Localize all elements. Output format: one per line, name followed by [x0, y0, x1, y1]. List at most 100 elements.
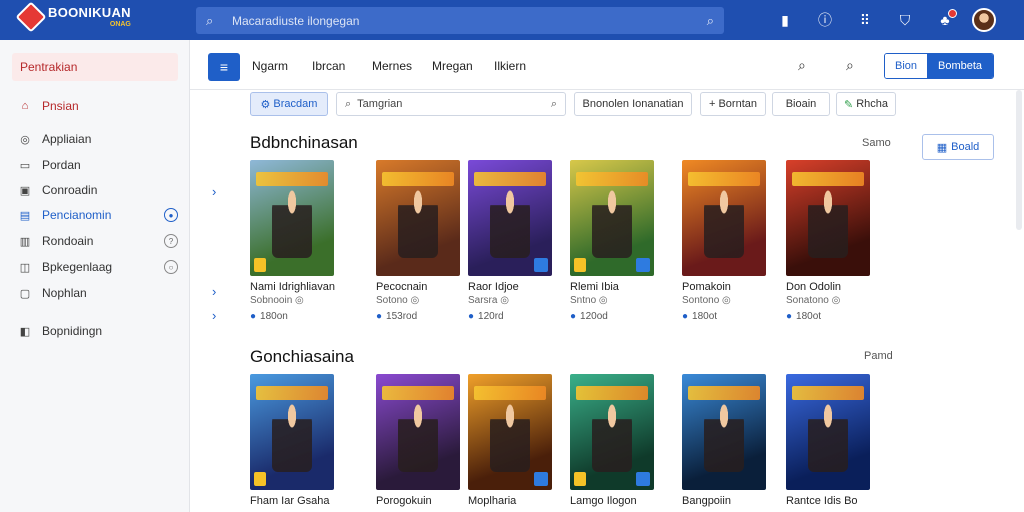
game-card[interactable]: Lamgo Ilogon — [570, 374, 654, 507]
tab-0[interactable]: Ngarm — [252, 59, 288, 73]
filter-chip-2[interactable]: Bioain — [772, 92, 830, 116]
tab-2[interactable]: Mernes — [372, 59, 412, 73]
game-card[interactable]: Nami Idrighliavan Sobnooin ◎ ● 180on — [250, 160, 335, 322]
game-card[interactable]: Don Odolin Sonatono ◎ ● 180ot — [786, 160, 870, 322]
game-card[interactable]: Bangpoiin — [682, 374, 766, 507]
game-card[interactable]: Fham Iar Gsaha — [250, 374, 334, 507]
section-action-button[interactable]: ▦ Boald — [922, 134, 994, 160]
global-search[interactable]: ⌕ ⌕ — [196, 7, 724, 34]
filter-search-input[interactable] — [357, 98, 551, 110]
filter-search[interactable]: ⌕ ⌕ — [336, 92, 566, 116]
game-title[interactable]: Don Odolin — [786, 281, 870, 293]
rating-tag-icon — [574, 258, 586, 272]
game-rating: ● 120od — [570, 311, 608, 322]
game-cover-image[interactable] — [682, 374, 766, 490]
game-card[interactable]: Moplharia — [468, 374, 552, 507]
sidebar-item-0[interactable]: ⌂ Pnsian — [18, 99, 178, 113]
game-card[interactable]: Rlemi Ibia Sntno ◎ ● 120od — [570, 160, 654, 322]
section-see-all-link[interactable]: Samo — [862, 137, 891, 149]
package-icon: ◫ — [19, 261, 31, 274]
app-logo[interactable]: BOONIKUAN ONAG — [15, 1, 131, 33]
game-cover-image[interactable] — [786, 160, 870, 276]
section-see-all-link[interactable]: Pamd — [864, 350, 893, 362]
chevron-right-icon[interactable]: › — [212, 284, 216, 299]
game-title[interactable]: Pomakoin — [682, 281, 766, 293]
chevron-right-icon[interactable]: › — [212, 308, 216, 323]
game-card[interactable]: Porogokuin — [376, 374, 460, 507]
cover-title-art — [792, 386, 864, 400]
bookmark-icon[interactable]: ▮ — [772, 12, 798, 29]
toggle-right-button[interactable]: Bombeta — [927, 54, 993, 78]
leaf-icon: ✎ — [843, 98, 854, 111]
game-title[interactable]: Moplharia — [468, 495, 552, 507]
cover-title-art — [688, 172, 760, 186]
sidebar-item-1[interactable]: ◎ Appliaian — [18, 132, 178, 146]
user-avatar[interactable] — [972, 8, 996, 32]
sidebar-item-8[interactable]: ◧ Bopnidingn — [18, 324, 178, 338]
info-icon: ◎ — [598, 295, 608, 306]
filter-chip-0[interactable]: Bnonolen Ionanatian — [574, 92, 692, 116]
rating-tag-icon — [254, 258, 266, 272]
game-cover-image[interactable] — [376, 374, 460, 490]
tab-1[interactable]: Ibrcan — [312, 59, 345, 73]
game-title[interactable]: Rlemi Ibia — [570, 281, 654, 293]
sidebar-item-7[interactable]: ▢ Nophlan — [18, 286, 178, 300]
status-badge: ● — [164, 208, 178, 222]
game-card[interactable]: Rantce Idis Bo — [786, 374, 870, 507]
cover-character-art — [490, 402, 530, 472]
game-cover-image[interactable] — [570, 374, 654, 490]
tab-4[interactable]: Ilkiern — [494, 59, 526, 73]
controller-icon: ▣ — [19, 184, 31, 197]
game-card[interactable]: Raor Idjoe Sarsra ◎ ● 120rd — [468, 160, 552, 322]
view-toggle: Bion Bombeta — [884, 53, 994, 79]
toggle-left-button[interactable]: Bion — [885, 54, 927, 78]
game-title[interactable]: Pecocnain — [376, 281, 460, 293]
chevron-right-icon[interactable]: › — [212, 184, 216, 199]
apps-grid-icon[interactable]: ⠿ — [852, 12, 878, 29]
game-title[interactable]: Porogokuin — [376, 495, 460, 507]
sidebar-item-6[interactable]: ◫ Bpkegenlaag ○ — [18, 260, 178, 274]
game-title[interactable]: Nami Idrighliavan — [250, 281, 335, 293]
sidebar-item-3[interactable]: ▣ Conroadin — [18, 183, 178, 197]
search-submit-icon[interactable]: ⌕ — [707, 13, 714, 29]
info-icon[interactable]: ⓘ — [812, 10, 838, 30]
cover-title-art — [256, 172, 328, 186]
filter-chip-1[interactable]: + Borntan — [700, 92, 766, 116]
sidebar-active-item[interactable]: Pentrakian — [12, 53, 178, 81]
section-title: Gonchiasaina — [250, 347, 354, 366]
game-cover-image[interactable] — [376, 160, 460, 276]
zoom-icon[interactable]: ⌕ — [846, 57, 854, 74]
game-rating: ● 153rod — [376, 311, 418, 322]
menu-button[interactable]: ≡ — [208, 53, 240, 81]
game-cover-image[interactable] — [250, 160, 334, 276]
game-cover-image[interactable] — [468, 160, 552, 276]
search-submit-icon[interactable]: ⌕ — [551, 98, 557, 111]
platform-tag-icon — [636, 258, 650, 272]
filter-chip-3[interactable]: ✎ Rhcha — [836, 92, 896, 116]
game-cover-image[interactable] — [570, 160, 654, 276]
game-cover-image[interactable] — [682, 160, 766, 276]
game-title[interactable]: Fham Iar Gsaha — [250, 495, 334, 507]
game-title[interactable]: Lamgo Ilogon — [570, 495, 654, 507]
game-title[interactable]: Rantce Idis Bo — [786, 495, 870, 507]
sidebar-item-5[interactable]: ▥ Rondoain ? — [18, 234, 178, 248]
filter-chip-primary[interactable]: ⚙ Bracdam — [250, 92, 328, 116]
sidebar: Pentrakian ⌂ Pnsian ◎ Appliaian ▭ Pordan… — [0, 40, 190, 512]
cover-title-art — [382, 172, 454, 186]
notifications-icon[interactable]: ♣ — [932, 9, 958, 28]
game-cover-image[interactable] — [786, 374, 870, 490]
game-title[interactable]: Raor Idjoe — [468, 281, 552, 293]
sidebar-item-2[interactable]: ▭ Pordan — [18, 158, 178, 172]
game-card[interactable]: Pecocnain Sotono ◎ ● 153rod — [376, 160, 460, 322]
shield-icon[interactable]: ⛉ — [892, 12, 918, 29]
global-search-input[interactable] — [232, 13, 707, 28]
game-card[interactable]: Pomakoin Sontono ◎ ● 180ot — [682, 160, 766, 322]
game-cover-image[interactable] — [250, 374, 334, 490]
game-title[interactable]: Bangpoiin — [682, 495, 766, 507]
search-icon[interactable]: ⌕ — [798, 57, 806, 74]
download-icon: ◧ — [19, 325, 31, 338]
game-cover-image[interactable] — [468, 374, 552, 490]
scrollbar[interactable] — [1016, 90, 1022, 230]
tab-3[interactable]: Mregan — [432, 59, 473, 73]
sidebar-item-4[interactable]: ▤ Pencianomin ● — [18, 208, 178, 222]
